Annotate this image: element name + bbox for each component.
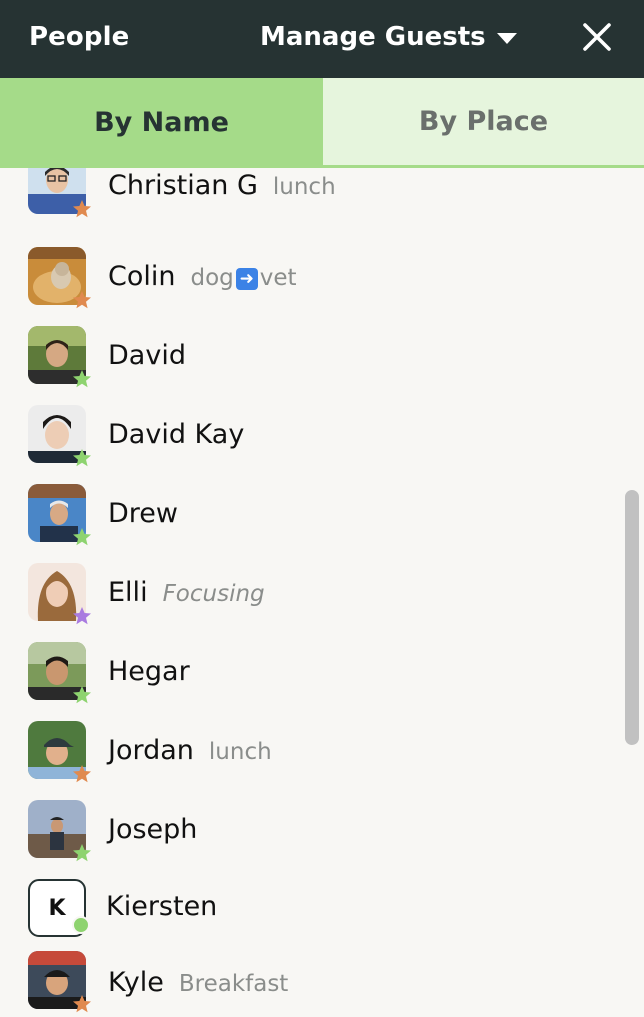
manage-guests-dropdown[interactable]: Manage Guests: [260, 21, 517, 53]
person-row[interactable]: Elli Focusing: [0, 551, 620, 630]
person-name: Colin: [108, 261, 176, 292]
online-status-dot: [72, 916, 90, 934]
person-name: David Kay: [108, 419, 245, 450]
person-row[interactable]: Colin dog ➜ vet: [0, 235, 620, 314]
person-row[interactable]: Joseph: [0, 788, 620, 867]
person-name: Kiersten: [106, 891, 218, 922]
orange-star-icon: [73, 995, 91, 1013]
app-header: People Manage Guests: [0, 0, 644, 78]
close-button[interactable]: [581, 21, 613, 53]
right-arrow-icon: ➜: [235, 268, 258, 290]
person-row[interactable]: David Kay: [0, 393, 620, 472]
person-row[interactable]: K Kiersten: [0, 867, 620, 946]
person-row[interactable]: David: [0, 314, 620, 393]
orange-star-icon: [73, 200, 91, 218]
person-status: dog ➜ vet: [190, 265, 297, 291]
person-name: Elli: [108, 577, 148, 608]
person-name: Christian G: [108, 170, 258, 201]
person-status: lunch: [272, 174, 336, 200]
green-star-icon: [73, 844, 91, 862]
panel-title: People: [29, 22, 130, 52]
person-name: Jordan: [108, 735, 194, 766]
green-star-icon: [73, 449, 91, 467]
green-star-icon: [73, 686, 91, 704]
caret-down-icon: [496, 32, 517, 44]
people-list: Christian G lunch Colin dog ➜ vet David D…: [0, 168, 644, 1017]
person-status: Focusing: [162, 581, 265, 607]
person-row[interactable]: Kyle Breakfast: [0, 942, 620, 1017]
person-name: Kyle: [108, 967, 164, 998]
person-row[interactable]: Drew: [0, 472, 620, 551]
tab-by-name[interactable]: By Name: [0, 78, 323, 166]
person-row[interactable]: Hegar: [0, 630, 620, 709]
orange-star-icon: [73, 765, 91, 783]
person-row[interactable]: Jordan lunch: [0, 709, 620, 788]
tab-by-place[interactable]: By Place: [323, 78, 644, 168]
view-tabs: By Name By Place: [0, 78, 644, 168]
person-name: Hegar: [108, 656, 190, 687]
person-status: Breakfast: [178, 971, 289, 997]
person-row[interactable]: Christian G lunch: [0, 168, 620, 235]
list-scrollbar[interactable]: [625, 490, 639, 745]
green-star-icon: [73, 528, 91, 546]
person-name: Drew: [108, 498, 178, 529]
manage-guests-label: Manage Guests: [260, 22, 486, 52]
orange-star-icon: [73, 291, 91, 309]
purple-star-icon: [73, 607, 91, 625]
person-name: Joseph: [108, 814, 198, 845]
person-name: David: [108, 340, 186, 371]
person-status: lunch: [208, 739, 272, 765]
close-icon: [583, 23, 611, 51]
green-star-icon: [73, 370, 91, 388]
